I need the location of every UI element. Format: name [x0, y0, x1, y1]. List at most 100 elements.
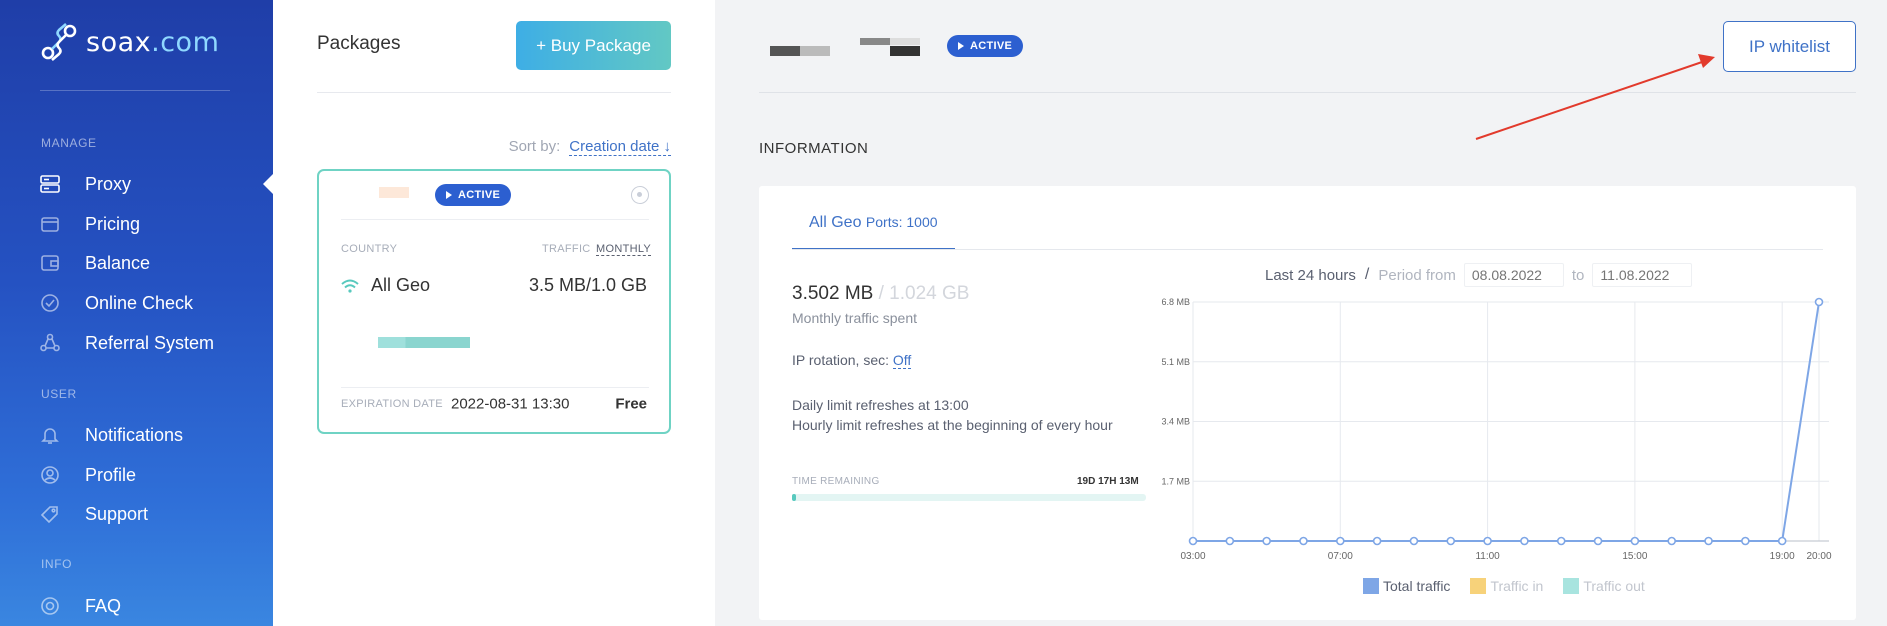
sidebar-item-support[interactable]: Support — [40, 499, 260, 529]
package-title-redacted — [770, 46, 830, 56]
packages-title: Packages — [317, 33, 401, 54]
logo-text: soax.com — [86, 26, 220, 58]
y-tick-label: 3.4 MB — [1161, 417, 1190, 427]
data-point — [1446, 536, 1456, 546]
information-heading: INFORMATION — [759, 140, 869, 157]
expiration-value: 2022-08-31 13:30 — [451, 395, 570, 413]
sidebar-item-notifications[interactable]: Notifications — [40, 420, 260, 450]
data-point — [1188, 536, 1198, 546]
sort-label: Sort by: — [508, 138, 561, 155]
status-badge: ACTIVE — [947, 35, 1024, 57]
data-point — [1777, 536, 1787, 546]
section-user: USER — [41, 387, 77, 401]
legend-label: Traffic in — [1490, 578, 1544, 594]
tag-icon — [40, 506, 58, 524]
wallet-icon — [41, 255, 59, 271]
logo-icon — [41, 23, 77, 61]
legend-item[interactable]: Total traffic — [1363, 578, 1450, 594]
sidebar-item-referral-system[interactable]: Referral System — [40, 328, 260, 358]
package-id-redacted — [860, 38, 920, 56]
referral-icon — [40, 333, 60, 352]
legend-swatch — [1563, 578, 1580, 594]
x-tick-label: 03:00 — [1180, 551, 1205, 562]
data-point — [1630, 536, 1640, 546]
traffic-value: 3.5 MB/1.0 GB — [528, 275, 647, 295]
sidebar-item-label: Balance — [85, 252, 151, 273]
wifi-icon — [341, 279, 359, 293]
sidebar: soax.com MANAGE Proxy Pricing Balance On… — [0, 0, 273, 626]
package-card[interactable]: ACTIVE COUNTRY TRAFFIC MONTHLY All Geo 3… — [317, 169, 671, 434]
x-tick-label: 15:00 — [1622, 551, 1647, 562]
traffic-chart: 6.8 MB 5.1 MB 3.4 MB 1.7 MB 03:00 07:00 11:00 1… — [1161, 297, 1831, 562]
user-icon — [41, 466, 59, 484]
data-point — [1372, 536, 1382, 546]
data-point — [1520, 536, 1529, 546]
check-icon — [41, 294, 59, 312]
main-content: ACTIVE IP whitelist INFORMATION All Geo … — [715, 0, 1887, 626]
y-tick-label: 6.8 MB — [1161, 297, 1190, 307]
x-tick-label: 20:00 — [1806, 551, 1831, 562]
packages-panel: Packages + Buy Package Sort by: Creation… — [273, 0, 715, 626]
logo[interactable]: soax.com — [40, 22, 219, 62]
legend-label: Total traffic — [1383, 578, 1451, 594]
status-badge: ACTIVE — [435, 184, 512, 206]
sidebar-item-label: Online Check — [85, 292, 194, 313]
legend-item[interactable]: Traffic out — [1563, 578, 1645, 594]
traffic-mode-toggle[interactable]: MONTHLY — [596, 243, 652, 256]
card-divider — [341, 219, 649, 220]
x-tick-label: 19:00 — [1770, 551, 1795, 562]
data-point — [1483, 536, 1492, 546]
country-label: COUNTRY — [341, 243, 398, 255]
country-text: All Geo — [371, 275, 431, 295]
sort-dropdown[interactable]: Creation date ↓ — [569, 138, 671, 156]
play-icon — [958, 42, 964, 50]
card-divider — [341, 387, 649, 388]
sidebar-item-profile[interactable]: Profile — [40, 460, 260, 490]
data-point — [1556, 536, 1566, 546]
sidebar-item-label: Support — [85, 503, 149, 524]
sidebar-item-label: FAQ — [85, 595, 122, 616]
annotation-arrow-icon — [1475, 54, 1715, 140]
data-point — [1335, 536, 1345, 546]
data-point — [1262, 536, 1271, 546]
bell-icon — [41, 428, 59, 444]
expiration-label: EXPIRATION DATE — [341, 398, 443, 410]
packages-divider — [317, 92, 671, 93]
status-text: ACTIVE — [970, 40, 1013, 52]
sidebar-item-faq[interactable]: FAQ — [40, 591, 260, 621]
data-point — [1704, 536, 1713, 546]
information-panel: All Geo Ports: 1000 3.502 MB / 1.024 GB … — [759, 186, 1856, 620]
help-icon — [41, 597, 59, 615]
traffic-label: TRAFFIC — [542, 243, 591, 255]
legend-swatch — [1470, 578, 1487, 594]
sidebar-item-online-check[interactable]: Online Check — [40, 288, 260, 318]
legend-item[interactable]: Traffic in — [1470, 578, 1543, 594]
plan-type: Free — [615, 395, 647, 413]
sidebar-item-balance[interactable]: Balance — [40, 248, 260, 278]
legend-label: Traffic out — [1583, 578, 1645, 594]
buy-package-button[interactable]: + Buy Package — [516, 21, 671, 70]
sidebar-item-label: Notifications — [85, 424, 184, 445]
sidebar-divider — [40, 90, 230, 91]
country-value: All Geo — [341, 275, 430, 296]
data-point — [1814, 297, 1824, 307]
data-point — [1225, 536, 1235, 546]
data-point — [1593, 536, 1603, 546]
sidebar-item-proxy[interactable]: Proxy — [40, 169, 260, 199]
status-text: ACTIVE — [458, 189, 501, 201]
pricing-icon — [41, 217, 59, 232]
y-tick-label: 1.7 MB — [1161, 476, 1190, 486]
legend-swatch — [1363, 578, 1379, 594]
package-name-redacted — [379, 187, 409, 198]
sidebar-item-label: Referral System — [85, 332, 215, 353]
proxy-icon — [40, 175, 60, 193]
sidebar-item-label: Proxy — [85, 173, 132, 194]
sidebar-item-pricing[interactable]: Pricing — [40, 209, 260, 239]
sort-control: Sort by: Creation date ↓ — [509, 138, 671, 156]
ip-whitelist-button[interactable]: IP whitelist — [1723, 21, 1856, 72]
section-manage: MANAGE — [41, 136, 97, 150]
sidebar-item-label: Profile — [85, 464, 137, 485]
data-point — [1741, 536, 1750, 546]
radio-toggle-icon[interactable] — [631, 186, 649, 204]
x-tick-label: 07:00 — [1328, 551, 1353, 562]
